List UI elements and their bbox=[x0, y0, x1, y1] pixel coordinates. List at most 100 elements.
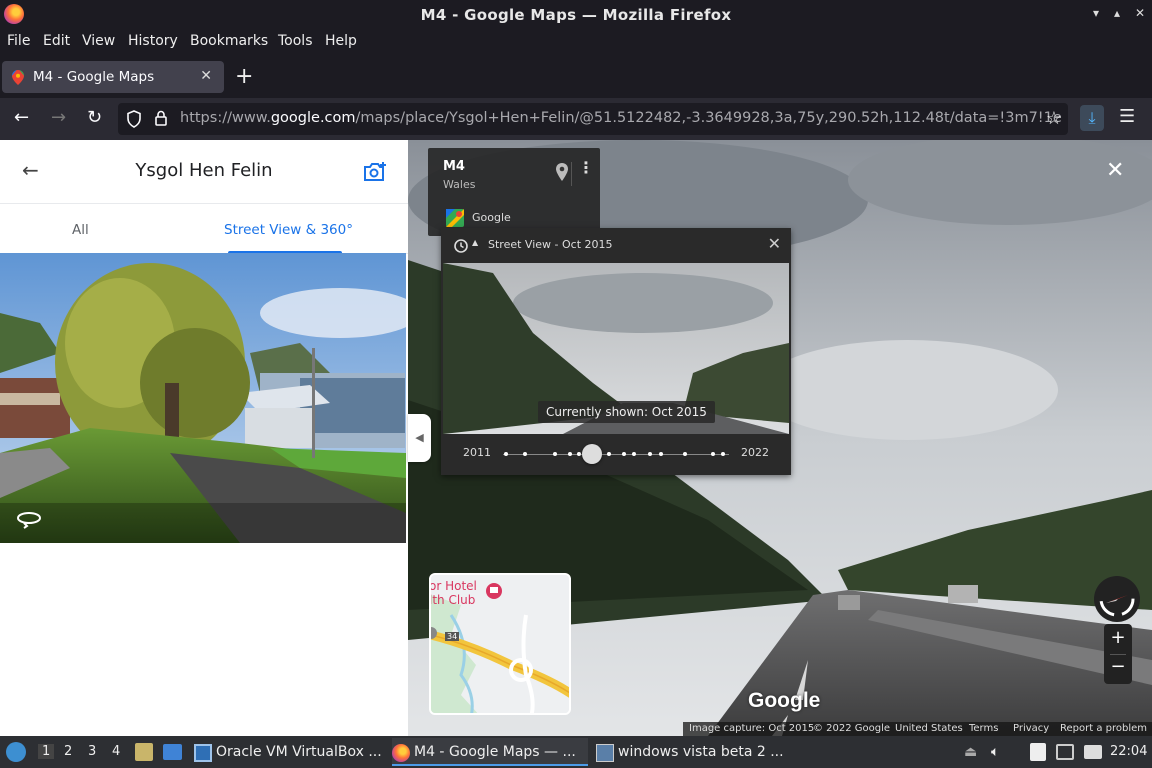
menu-file[interactable]: File bbox=[7, 33, 30, 49]
window-title: M4 - Google Maps — Mozilla Firefox bbox=[420, 6, 732, 24]
battery-icon[interactable] bbox=[1084, 745, 1102, 759]
reload-button[interactable]: ↻ bbox=[87, 107, 102, 128]
timeline-dot[interactable] bbox=[721, 452, 725, 456]
timeline-slider-thumb[interactable] bbox=[582, 444, 602, 464]
taskbar-app-vista[interactable]: windows vista beta 2 ... bbox=[596, 738, 786, 766]
taskbar-app-label: Oracle VM VirtualBox ... bbox=[216, 744, 382, 760]
collapse-caret-icon[interactable]: ▲ bbox=[472, 238, 478, 247]
time-machine-preview[interactable]: Currently shown: Oct 2015 bbox=[443, 263, 789, 434]
start-menu-icon[interactable] bbox=[6, 742, 26, 762]
minimap-poi-label: or Hotel lth Club bbox=[429, 579, 477, 607]
taskbar-app-virtualbox[interactable]: Oracle VM VirtualBox ... bbox=[194, 738, 384, 766]
time-machine-close-icon[interactable]: ✕ bbox=[768, 234, 781, 253]
google-maps-logo-icon bbox=[446, 209, 464, 227]
menu-view[interactable]: View bbox=[82, 33, 115, 49]
navigation-bar: ← → ↻ https://www.google.com/maps/place/… bbox=[0, 98, 1152, 140]
panel-header: ← Ysgol Hen Felin bbox=[0, 140, 408, 204]
new-tab-button[interactable]: + bbox=[235, 66, 253, 88]
hamburger-menu-icon[interactable]: ☰ bbox=[1119, 106, 1135, 127]
workspace-1[interactable]: 1 bbox=[38, 744, 55, 759]
time-machine-panel: ▲ Street View - Oct 2015 ✕ Currently sho… bbox=[441, 228, 791, 475]
report-problem-link[interactable]: Report a problem bbox=[1060, 723, 1147, 734]
zoom-in-button[interactable]: + bbox=[1104, 627, 1132, 648]
forward-button[interactable]: → bbox=[51, 107, 66, 128]
lock-icon[interactable] bbox=[154, 109, 168, 127]
timeline-dot[interactable] bbox=[622, 452, 626, 456]
menu-help[interactable]: Help bbox=[325, 33, 357, 49]
place-title: Ysgol Hen Felin bbox=[135, 160, 273, 181]
taskbar-app-firefox[interactable]: M4 - Google Maps — ... bbox=[392, 738, 588, 766]
map-pin-icon[interactable] bbox=[555, 162, 569, 182]
school-photo bbox=[0, 253, 406, 543]
tab-google-maps[interactable]: M4 - Google Maps ✕ bbox=[2, 61, 224, 93]
url-bar[interactable]: https://www.google.com/maps/place/Ysgol+… bbox=[118, 103, 1068, 135]
timeline-dot[interactable] bbox=[648, 452, 652, 456]
timeline-dot[interactable] bbox=[568, 452, 572, 456]
title-bar: M4 - Google Maps — Mozilla Firefox ▾ ▴ ✕ bbox=[0, 0, 1152, 30]
tray-upload-icon[interactable]: ⏏ bbox=[964, 744, 977, 760]
maximize-icon[interactable]: ▴ bbox=[1114, 6, 1120, 20]
workspace-4[interactable]: 4 bbox=[112, 744, 120, 759]
tab-strip: M4 - Google Maps ✕ + bbox=[0, 58, 1152, 98]
vista-icon bbox=[596, 744, 614, 762]
workspace-3[interactable]: 3 bbox=[88, 744, 96, 759]
panel-tabs: All Street View & 360° bbox=[0, 204, 408, 254]
workspace-2[interactable]: 2 bbox=[64, 744, 72, 759]
google-watermark: Google bbox=[748, 689, 821, 712]
close-window-icon[interactable]: ✕ bbox=[1135, 6, 1145, 20]
show-desktop-icon[interactable] bbox=[163, 744, 182, 760]
currently-shown-label: Currently shown: Oct 2015 bbox=[538, 401, 715, 423]
back-button[interactable]: ← bbox=[14, 107, 29, 128]
imagery-source: Google bbox=[472, 211, 511, 224]
virtualbox-icon bbox=[194, 744, 212, 762]
timeline-dot[interactable] bbox=[711, 452, 715, 456]
timeline-dot[interactable] bbox=[504, 452, 508, 456]
terms-link[interactable]: Terms bbox=[969, 723, 998, 734]
more-options-icon[interactable]: ⋮ bbox=[578, 158, 594, 177]
minimap-road-number: 34 bbox=[445, 632, 460, 641]
time-machine-header: ▲ Street View - Oct 2015 ✕ bbox=[441, 228, 791, 264]
minimize-icon[interactable]: ▾ bbox=[1093, 6, 1099, 20]
volume-icon[interactable]: 🔈︎ bbox=[991, 744, 999, 760]
country-link[interactable]: United States bbox=[895, 723, 963, 734]
history-clock-icon[interactable] bbox=[453, 238, 469, 254]
tab-close-icon[interactable]: ✕ bbox=[200, 68, 212, 84]
timeline-end-year: 2022 bbox=[741, 446, 769, 459]
timeline-dot[interactable] bbox=[553, 452, 557, 456]
timeline-dot[interactable] bbox=[607, 452, 611, 456]
menu-history[interactable]: History bbox=[128, 33, 178, 49]
street-view-thumbnail[interactable] bbox=[0, 253, 406, 543]
timeline-dot[interactable] bbox=[577, 452, 581, 456]
tab-all[interactable]: All bbox=[72, 222, 89, 238]
zoom-out-button[interactable]: − bbox=[1104, 656, 1132, 677]
zoom-divider bbox=[1110, 654, 1126, 655]
menu-bar: File Edit View History Bookmarks Tools H… bbox=[0, 30, 1152, 54]
add-photo-icon[interactable] bbox=[362, 160, 388, 184]
location-info-card: M4 Wales ⋮ Google bbox=[428, 148, 600, 236]
timeline-dot[interactable] bbox=[659, 452, 663, 456]
time-machine-title: Street View - Oct 2015 bbox=[488, 238, 613, 251]
map-footer: Image capture: Oct 2015 © 2022 Google Un… bbox=[683, 722, 1152, 736]
minimap[interactable]: or Hotel lth Club 34 bbox=[429, 573, 571, 715]
tab-street-view[interactable]: Street View & 360° bbox=[224, 222, 353, 238]
menu-bookmarks[interactable]: Bookmarks bbox=[190, 33, 268, 49]
taskbar-app-label: M4 - Google Maps — ... bbox=[414, 744, 576, 760]
compass-icon[interactable] bbox=[1094, 576, 1140, 622]
network-icon[interactable] bbox=[1056, 744, 1074, 760]
clipboard-icon[interactable] bbox=[1030, 743, 1046, 761]
taskbar: 1 2 3 4 Oracle VM VirtualBox ... M4 - Go… bbox=[0, 736, 1152, 768]
file-manager-icon[interactable] bbox=[135, 743, 153, 761]
close-street-view-icon[interactable]: ✕ bbox=[1106, 158, 1124, 183]
url-text[interactable]: https://www.google.com/maps/place/Ysgol+… bbox=[180, 110, 1062, 126]
bookmark-star-icon[interactable]: ☆ bbox=[1046, 108, 1062, 129]
collapse-panel-button[interactable]: ◀ bbox=[408, 414, 431, 462]
menu-tools[interactable]: Tools bbox=[278, 33, 313, 49]
privacy-link[interactable]: Privacy bbox=[1013, 723, 1049, 734]
downloads-icon[interactable]: ⤓ bbox=[1080, 105, 1104, 131]
tracking-protection-shield-icon[interactable] bbox=[126, 110, 142, 128]
timeline-dot[interactable] bbox=[683, 452, 687, 456]
timeline-dot[interactable] bbox=[632, 452, 636, 456]
timeline-dot[interactable] bbox=[523, 452, 527, 456]
timeline-track[interactable] bbox=[503, 454, 729, 455]
menu-edit[interactable]: Edit bbox=[43, 33, 70, 49]
